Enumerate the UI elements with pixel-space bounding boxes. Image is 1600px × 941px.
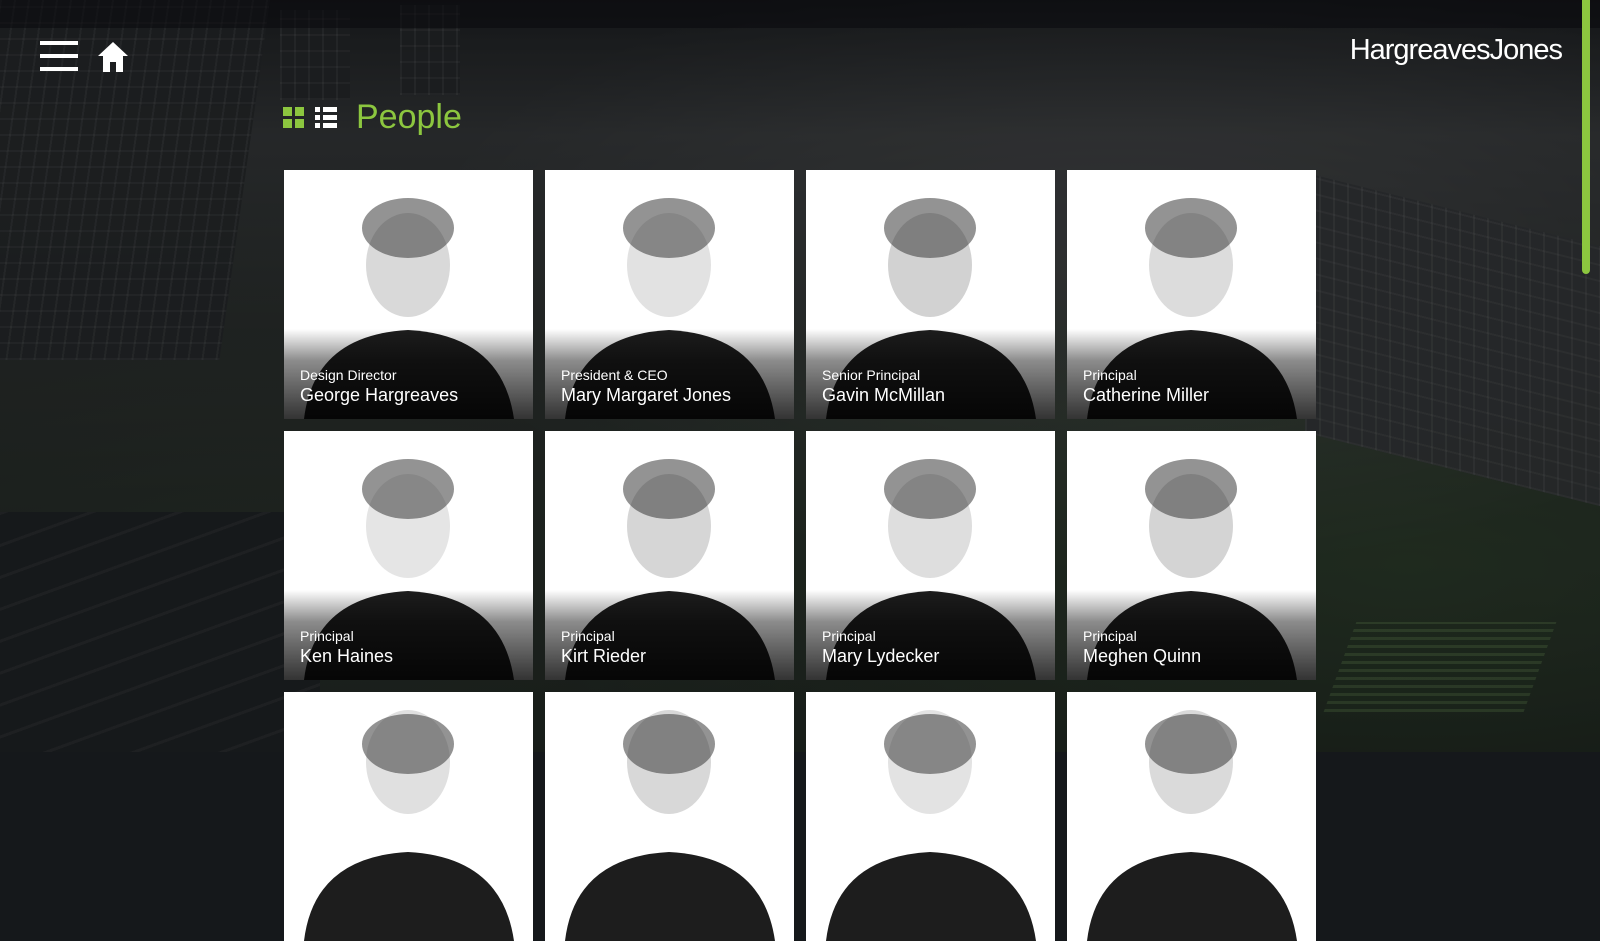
person-role: Principal (822, 628, 876, 644)
person-role: Design Director (300, 367, 397, 383)
brand-logo[interactable]: HargreavesJones (1350, 34, 1563, 67)
person-card[interactable]: Design Director George Hargreaves (284, 170, 533, 419)
person-name: Kirt Rieder (561, 646, 647, 666)
person-name: Mary Margaret Jones (561, 385, 732, 405)
person-portrait (545, 692, 794, 941)
list-view-icon[interactable] (315, 107, 337, 128)
person-name: Catherine Miller (1083, 385, 1210, 405)
person-role: Principal (561, 628, 615, 644)
person-name: Ken Haines (300, 646, 394, 666)
person-card[interactable]: Principal Meghen Quinn (1067, 431, 1316, 680)
person-portrait (284, 692, 533, 941)
person-card[interactable] (1067, 692, 1316, 941)
hamburger-menu-icon[interactable] (40, 39, 78, 73)
person-name: Meghen Quinn (1083, 646, 1202, 666)
person-portrait (1067, 692, 1316, 941)
page-scrollbar[interactable] (1582, 0, 1590, 274)
person-role: Principal (1083, 628, 1137, 644)
person-card[interactable]: Principal Catherine Miller (1067, 170, 1316, 419)
background-city-photo (0, 0, 1600, 752)
home-icon[interactable] (96, 40, 130, 74)
person-role: Principal (300, 628, 354, 644)
person-name: Mary Lydecker (822, 646, 940, 666)
person-card[interactable]: Principal Ken Haines (284, 431, 533, 680)
person-role: President & CEO (561, 367, 668, 383)
person-card[interactable] (284, 692, 533, 941)
person-card[interactable]: Senior Principal Gavin McMillan (806, 170, 1055, 419)
page-title: People (356, 98, 462, 136)
person-card[interactable] (545, 692, 794, 941)
person-card[interactable]: President & CEO Mary Margaret Jones (545, 170, 794, 419)
person-name: George Hargreaves (300, 385, 459, 405)
person-card[interactable]: Principal Mary Lydecker (806, 431, 1055, 680)
person-role: Principal (1083, 367, 1137, 383)
person-card[interactable]: Principal Kirt Rieder (545, 431, 794, 680)
grid-view-icon[interactable] (283, 107, 304, 128)
person-card[interactable] (806, 692, 1055, 941)
person-name: Gavin McMillan (822, 385, 946, 405)
person-portrait (806, 692, 1055, 941)
person-role: Senior Principal (822, 367, 921, 383)
